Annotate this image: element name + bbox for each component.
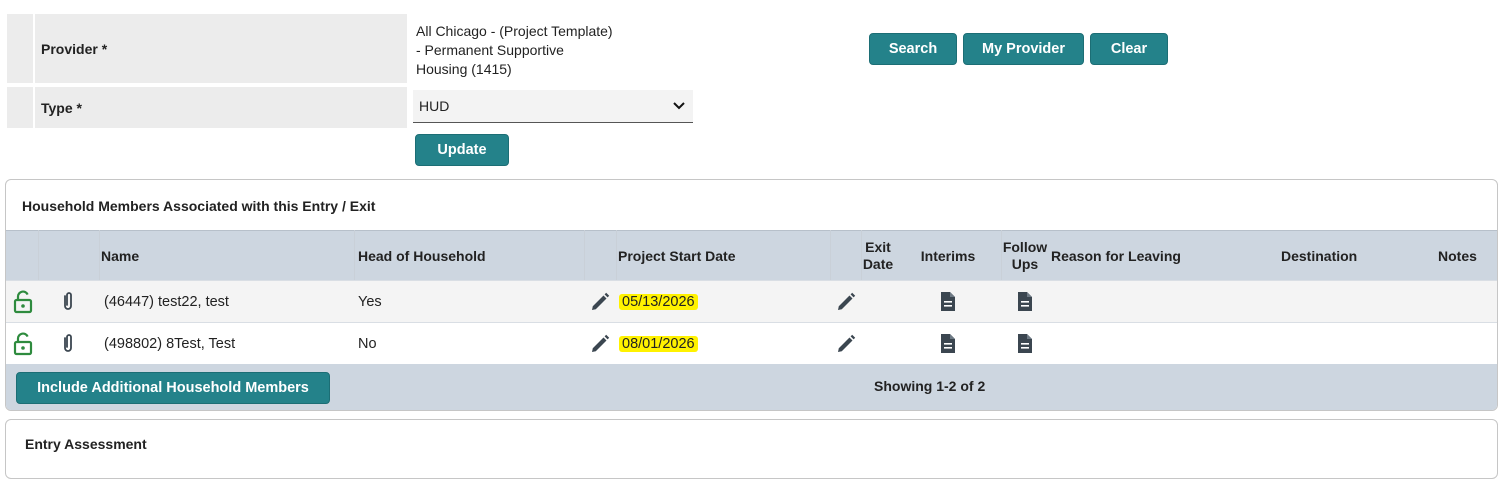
household-table-header: Name Head of Household Project Start Dat… xyxy=(6,230,1497,281)
column-header-exit-date: Exit Date xyxy=(861,231,895,281)
column-header-exit-date-line2: Date xyxy=(862,256,894,272)
column-header-reason-for-leaving: Reason for Leaving xyxy=(1051,248,1181,264)
row-head-of-household: No xyxy=(358,335,377,352)
pencil-icon[interactable] xyxy=(588,323,612,364)
include-additional-household-members-button[interactable]: Include Additional Household Members xyxy=(16,372,330,404)
column-header-follow-ups: Follow Ups xyxy=(1001,231,1049,281)
pagination-status: Showing 1-2 of 2 xyxy=(874,378,986,394)
pencil-icon[interactable] xyxy=(588,281,612,322)
column-header-notes: Notes xyxy=(1438,248,1477,264)
column-header-follow-ups-line1: Follow xyxy=(1002,239,1048,255)
row-project-start-date: 05/13/2026 xyxy=(619,281,698,322)
provider-value-line3: Housing (1415) xyxy=(416,61,512,77)
project-start-date-value: 08/01/2026 xyxy=(619,335,698,352)
entry-assessment-panel: Entry Assessment xyxy=(5,419,1498,479)
provider-value-line1: All Chicago - (Project Template) xyxy=(416,23,613,39)
paperclip-icon[interactable] xyxy=(58,281,78,322)
type-select-value: HUD xyxy=(419,98,450,114)
column-header-follow-ups-line2: Ups xyxy=(1011,256,1039,272)
chevron-down-icon xyxy=(673,102,685,110)
pencil-icon[interactable] xyxy=(834,281,858,322)
column-header-head-of-household: Head of Household xyxy=(358,248,486,264)
provider-row-gutter xyxy=(7,14,33,83)
document-icon[interactable] xyxy=(1015,323,1035,364)
update-button[interactable]: Update xyxy=(415,134,509,166)
column-header-name: Name xyxy=(101,248,140,264)
provider-label: Provider * xyxy=(35,14,407,83)
my-provider-button[interactable]: My Provider xyxy=(963,33,1084,65)
type-row-gutter xyxy=(7,87,33,128)
document-icon[interactable] xyxy=(938,323,958,364)
column-header-exit-date-line1: Exit xyxy=(865,239,891,255)
table-row: (498802) 8Test, Test No 08/01/2026 xyxy=(6,322,1497,364)
table-row: (46447) test22, test Yes 05/13/2026 xyxy=(6,280,1497,322)
household-members-panel: Household Members Associated with this E… xyxy=(5,179,1498,411)
provider-value: All Chicago - (Project Template) - Perma… xyxy=(416,22,656,79)
column-header-interims: Interims xyxy=(920,247,976,264)
row-head-of-household: Yes xyxy=(358,293,382,310)
search-button[interactable]: Search xyxy=(869,33,957,65)
document-icon[interactable] xyxy=(938,281,958,322)
unlock-icon[interactable] xyxy=(11,281,35,322)
type-label: Type * xyxy=(35,87,407,128)
pencil-icon[interactable] xyxy=(834,323,858,364)
document-icon[interactable] xyxy=(1015,281,1035,322)
paperclip-icon[interactable] xyxy=(58,323,78,364)
household-table-footer: Include Additional Household Members Sho… xyxy=(6,364,1497,410)
row-project-start-date: 08/01/2026 xyxy=(619,323,698,364)
type-select[interactable]: HUD xyxy=(413,90,693,123)
column-header-project-start-date: Project Start Date xyxy=(618,248,736,264)
row-name[interactable]: (46447) test22, test xyxy=(104,281,229,322)
column-header-destination: Destination xyxy=(1281,248,1358,264)
clear-button[interactable]: Clear xyxy=(1090,33,1168,65)
provider-value-line2: - Permanent Supportive xyxy=(416,42,564,58)
household-members-title: Household Members Associated with this E… xyxy=(22,198,376,214)
unlock-icon[interactable] xyxy=(11,323,35,364)
project-start-date-value: 05/13/2026 xyxy=(619,293,698,310)
row-name[interactable]: (498802) 8Test, Test xyxy=(104,323,235,364)
